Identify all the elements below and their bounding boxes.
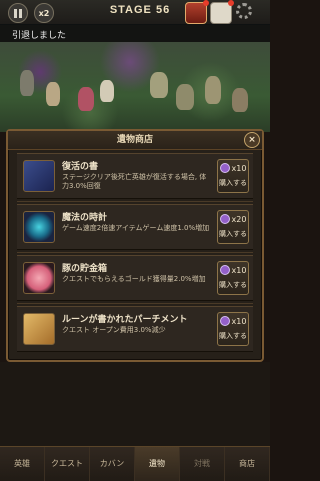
price-qty: x10 bbox=[231, 163, 247, 173]
item-desc: ゲーム速度2倍速アイテムゲーム速度1.0%増加 bbox=[62, 224, 210, 232]
buy-button[interactable]: x10 購入する bbox=[217, 159, 249, 193]
pause-button[interactable] bbox=[8, 3, 28, 23]
mail-icon[interactable] bbox=[210, 0, 234, 24]
item-name: ルーンが書かれたパーチメント bbox=[62, 315, 188, 325]
divider bbox=[17, 252, 253, 253]
buy-button[interactable]: x20 購入する bbox=[217, 210, 249, 244]
top-hud: x2 STAGE 56 bbox=[0, 0, 270, 25]
gear-icon[interactable] bbox=[236, 3, 252, 19]
nav-shop[interactable]: 商店 bbox=[225, 447, 270, 481]
item-name: 魔法の時計 bbox=[62, 213, 108, 223]
parchment-icon bbox=[23, 313, 55, 345]
quest-book-icon[interactable] bbox=[185, 0, 209, 24]
speed-button[interactable]: x2 bbox=[34, 3, 54, 23]
nav-relics[interactable]: 遺物 bbox=[135, 447, 180, 481]
nav-heroes[interactable]: 英雄 bbox=[0, 447, 45, 481]
item-desc: ステージクリア後死亡英雄が復活する場合, 体力3.0%回復 bbox=[62, 173, 207, 190]
buy-button[interactable]: x10 購入する bbox=[217, 312, 249, 346]
nav-quest[interactable]: クエスト bbox=[45, 447, 90, 481]
divider bbox=[17, 201, 253, 202]
item-name: 豚の貯金箱 bbox=[62, 264, 108, 274]
item-name: 復活の書 bbox=[62, 162, 99, 172]
battlefield bbox=[0, 42, 270, 132]
shop-item: 豚の貯金箱 クエストでもらえるゴールド獲得量2.0%増加 x10 購入する bbox=[17, 255, 253, 301]
price-qty: x10 bbox=[231, 265, 247, 275]
book-icon bbox=[23, 160, 55, 192]
enemy-unit bbox=[176, 84, 194, 110]
item-desc: クエスト オープン費用3.0%減少 bbox=[62, 326, 166, 334]
ticket-icon bbox=[219, 163, 230, 173]
bottom-nav: 英雄 クエスト カバン 遺物 対戦 商店 bbox=[0, 446, 270, 481]
item-desc: クエストでもらえるゴールド獲得量2.0%増加 bbox=[62, 275, 206, 283]
hero-unit bbox=[46, 82, 60, 106]
buy-label: 購入する bbox=[219, 281, 247, 289]
divider bbox=[17, 303, 253, 304]
ticket-icon bbox=[219, 316, 230, 326]
buy-button[interactable]: x10 購入する bbox=[217, 261, 249, 295]
price-qty: x20 bbox=[231, 214, 247, 224]
buy-label: 購入する bbox=[219, 332, 247, 340]
enemy-unit bbox=[232, 88, 248, 112]
hero-unit bbox=[78, 87, 94, 111]
buy-label: 購入する bbox=[219, 230, 247, 238]
buy-label: 購入する bbox=[219, 179, 247, 187]
shop-item: 復活の書 ステージクリア後死亡英雄が復活する場合, 体力3.0%回復 x10 購… bbox=[17, 153, 253, 199]
nav-bag[interactable]: カバン bbox=[90, 447, 135, 481]
hero-unit bbox=[20, 70, 34, 96]
enemy-unit bbox=[205, 76, 221, 104]
stage-title: STAGE 56 bbox=[109, 4, 171, 16]
hero-unit bbox=[100, 80, 114, 102]
enemy-unit bbox=[150, 72, 168, 98]
panel-title: 遺物商店 bbox=[8, 131, 262, 150]
close-button[interactable]: × bbox=[244, 132, 260, 148]
ticket-icon bbox=[219, 265, 230, 275]
shop-item: 魔法の時計 ゲーム速度2倍速アイテムゲーム速度1.0%増加 x20 購入する bbox=[17, 204, 253, 250]
nav-battle[interactable]: 対戦 bbox=[180, 447, 225, 481]
chat-message: 引退しました bbox=[12, 31, 67, 41]
relic-shop-panel: 遺物商店 × 復活の書 ステージクリア後死亡英雄が復活する場合, 体力3.0%回… bbox=[6, 129, 264, 362]
clock-icon bbox=[23, 211, 55, 243]
background-area bbox=[0, 362, 270, 446]
ticket-icon bbox=[219, 214, 230, 224]
shop-item: ルーンが書かれたパーチメント クエスト オープン費用3.0%減少 x10 購入す… bbox=[17, 306, 253, 352]
price-qty: x10 bbox=[231, 316, 247, 326]
piggy-bank-icon bbox=[23, 262, 55, 294]
